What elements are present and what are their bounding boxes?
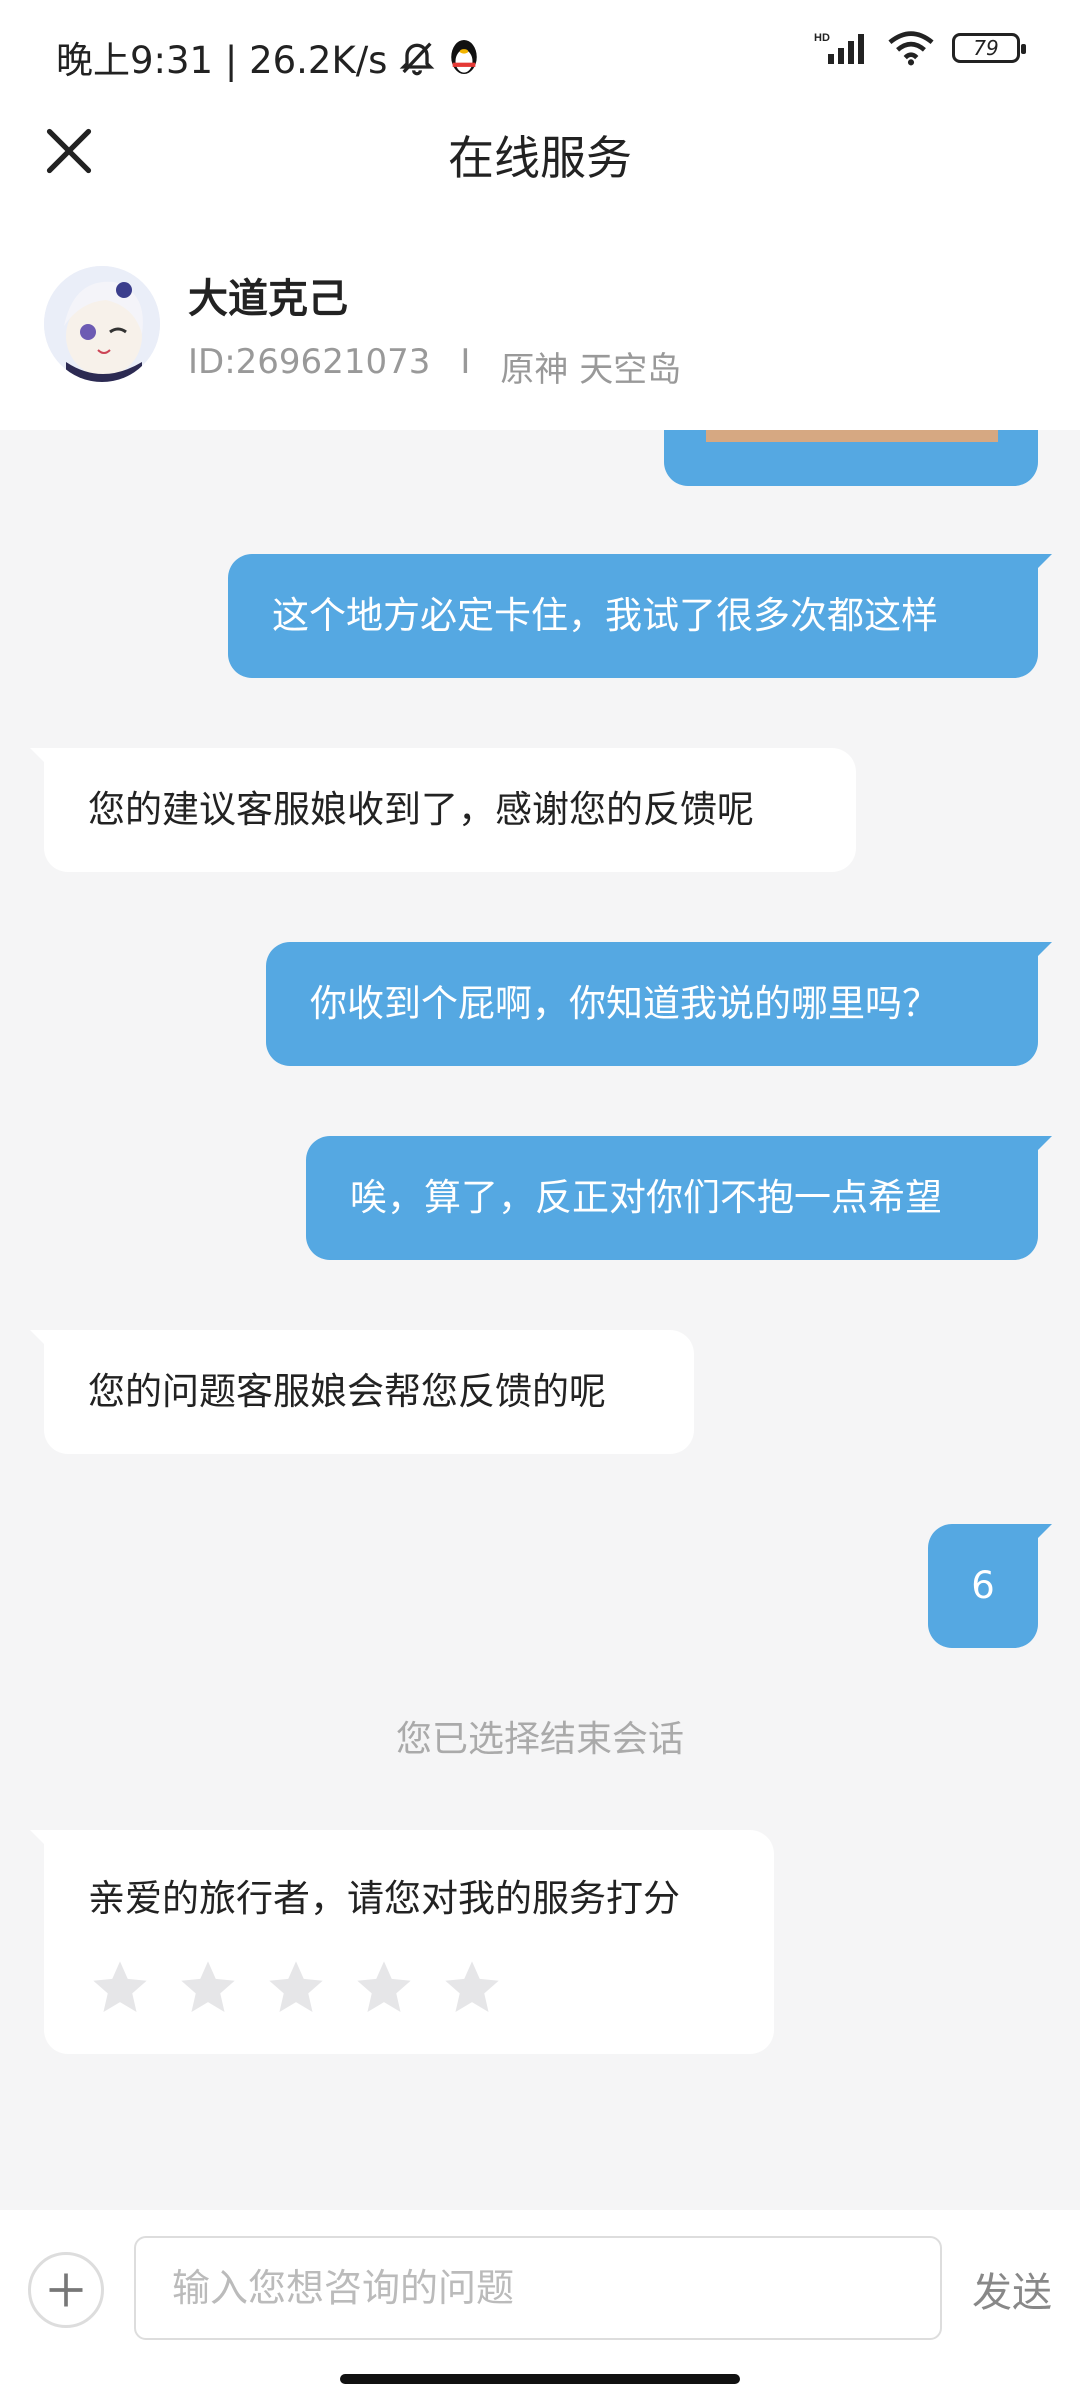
user-profile: 大道克己 ID:269621073 I 原神 天空岛	[0, 210, 1080, 430]
message-input[interactable]	[134, 2236, 942, 2340]
page-title: 在线服务	[448, 131, 632, 185]
home-indicator[interactable]	[340, 2374, 740, 2384]
message-agent: 您的建议客服娘收到了，感谢您的反馈呢	[30, 748, 856, 872]
profile-separator: I	[460, 342, 471, 382]
message-user: 这个地方必定卡住，我试了很多次都这样	[228, 554, 1052, 678]
status-right: HD 79	[814, 30, 1026, 66]
profile-server: 原神 天空岛	[500, 350, 682, 390]
wifi-icon	[888, 31, 934, 66]
message-text: 您的建议客服娘收到了，感谢您的反馈呢	[88, 788, 754, 831]
status-left: 晚上9:31 | 26.2K/s	[56, 30, 481, 84]
avatar	[44, 266, 160, 382]
attach-button[interactable]	[28, 2252, 104, 2328]
star-icon[interactable]	[176, 1956, 240, 2020]
status-time-speed: 晚上9:31 | 26.2K/s	[56, 39, 388, 82]
message-text: 这个地方必定卡住，我试了很多次都这样	[272, 594, 938, 637]
star-icon[interactable]	[264, 1956, 328, 2020]
message-text: 6	[971, 1564, 995, 1607]
session-ended-notice: 您已选择结束会话	[395, 1719, 684, 1760]
profile-info: ID:269621073 I 原神 天空岛	[188, 342, 681, 391]
message-user: 唉，算了，反正对你们不抱一点希望	[306, 1136, 1052, 1260]
send-button[interactable]: 发送	[972, 2260, 1052, 2318]
star-icon[interactable]	[352, 1956, 416, 2020]
profile-id: ID:269621073	[188, 342, 431, 382]
message-user: 6	[928, 1524, 1052, 1648]
message-agent: 您的问题客服娘会帮您反馈的呢	[30, 1330, 694, 1454]
status-bar: 晚上9:31 | 26.2K/s HD 79	[0, 0, 1080, 100]
title-bar: 在线服务	[0, 100, 1080, 210]
signal-icon: HD	[814, 32, 864, 64]
rating-prompt: 亲爱的旅行者，请您对我的服务打分	[88, 1877, 680, 1920]
star-icon[interactable]	[88, 1956, 152, 2020]
qq-penguin-icon	[451, 40, 478, 74]
message-text: 您的问题客服娘会帮您反馈的呢	[88, 1370, 606, 1413]
previous-image-thumbnail	[706, 430, 998, 442]
rating-card: 亲爱的旅行者，请您对我的服务打分	[30, 1830, 774, 2054]
avatar-image	[44, 266, 160, 382]
message-user: 你收到个屁啊，你知道我说的哪里吗？	[266, 942, 1052, 1066]
input-bar: 发送	[0, 2210, 1080, 2400]
message-text: 唉，算了，反正对你们不抱一点希望	[350, 1176, 942, 1219]
message-text: 你收到个屁啊，你知道我说的哪里吗？	[310, 982, 939, 1025]
plus-icon	[49, 2273, 83, 2307]
network-type-label: HD	[814, 32, 830, 44]
battery-level: 79	[973, 36, 999, 60]
previous-image-message[interactable]	[664, 430, 1038, 486]
mute-bell-icon	[400, 42, 435, 76]
battery-icon: 79	[952, 33, 1026, 63]
star-icon[interactable]	[440, 1956, 504, 2020]
rating-stars	[88, 1956, 730, 2020]
profile-name: 大道克己	[188, 276, 348, 322]
chat-area[interactable]: 这个地方必定卡住，我试了很多次都这样 您的建议客服娘收到了，感谢您的反馈呢 你收…	[0, 430, 1080, 2210]
